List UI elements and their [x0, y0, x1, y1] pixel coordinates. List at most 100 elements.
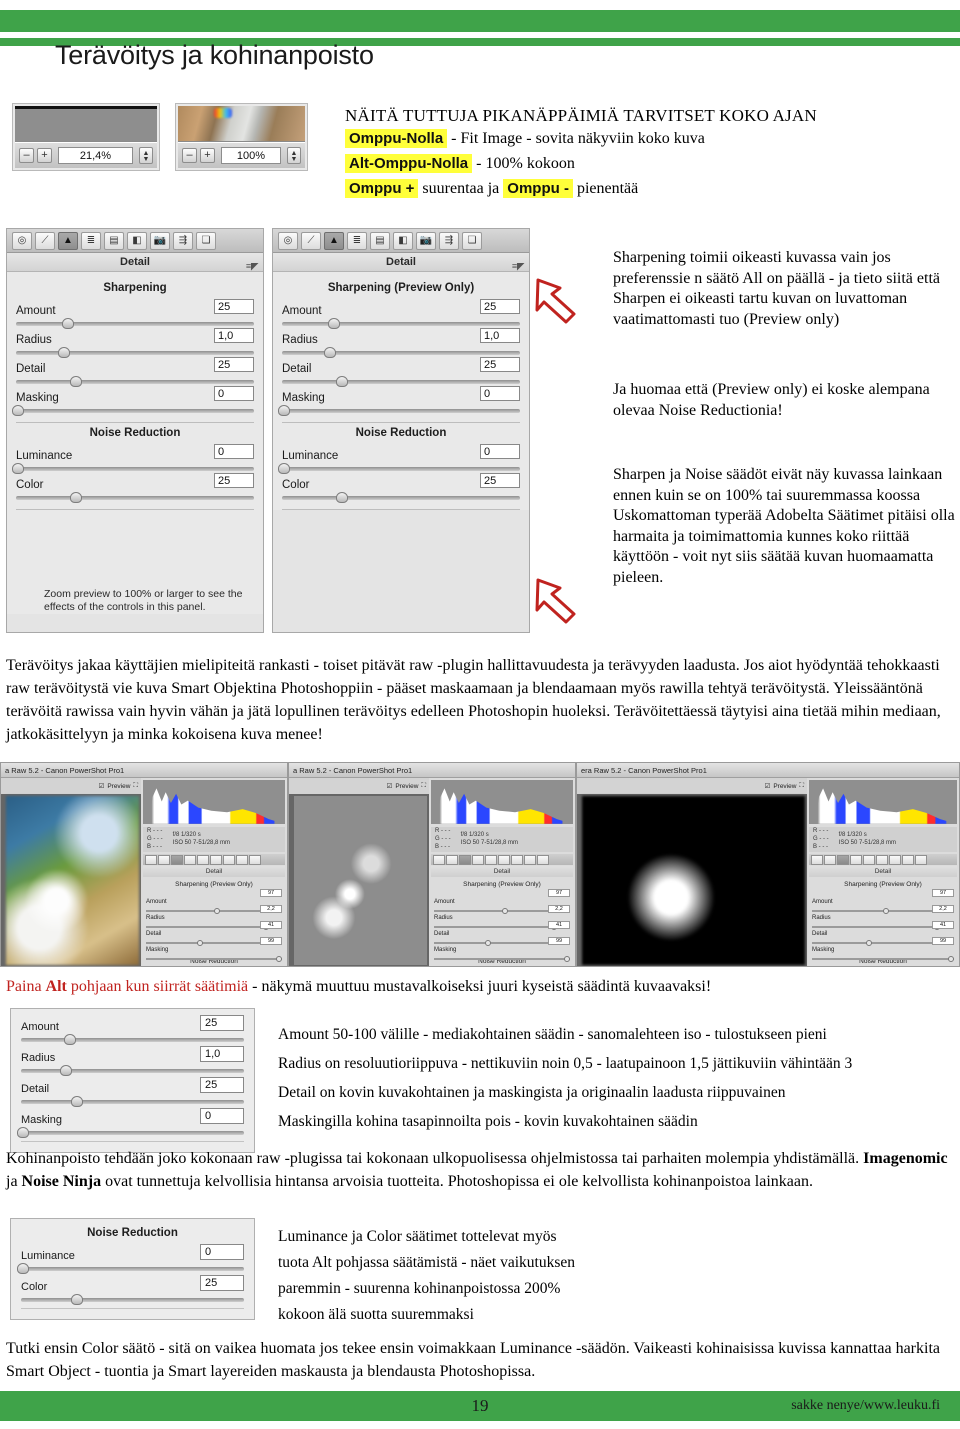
slider-amount[interactable]: Amount 25: [16, 299, 254, 329]
mini-slider-value[interactable]: 41: [932, 921, 954, 930]
zoom-stepper-icon[interactable]: ▲ ▼: [287, 147, 301, 164]
mini-slider-value[interactable]: 2,2: [260, 905, 282, 914]
camera-raw-screenshot-color[interactable]: a Raw 5.2 - Canon PowerShot Pro1 ☑ Previ…: [0, 762, 288, 967]
mini-slider-value[interactable]: 2,2: [932, 905, 954, 914]
detail-icon[interactable]: ▲: [324, 231, 344, 250]
mini-slider-detail[interactable]: Detail 41: [146, 921, 282, 947]
mini-slider-value[interactable]: 99: [932, 937, 954, 946]
preview-toolbar[interactable]: ☑ Preview ⛶: [577, 778, 807, 794]
slider-knob[interactable]: [57, 347, 70, 358]
slider-radius[interactable]: Radius 1,0: [16, 328, 254, 358]
slider-masking[interactable]: Masking 0: [12, 386, 254, 416]
tone-curve-icon[interactable]: [158, 854, 170, 865]
slider-track[interactable]: [17, 1127, 244, 1138]
mini-slider-masking[interactable]: Masking 99: [434, 937, 571, 963]
preview-toolbar[interactable]: ☑ Preview ⛶: [289, 778, 429, 794]
tone-curve-icon[interactable]: [446, 854, 458, 865]
camera-calibration-icon[interactable]: [511, 854, 523, 865]
presets-icon[interactable]: [902, 854, 914, 865]
snapshots-icon[interactable]: [915, 854, 927, 865]
slider-value[interactable]: 25: [200, 1077, 244, 1093]
split-toning-icon[interactable]: ▤: [104, 231, 124, 250]
slider-value[interactable]: 25: [214, 299, 254, 314]
split-toning-icon[interactable]: ▤: [370, 231, 390, 250]
zoom-minus-button[interactable]: –: [182, 148, 197, 163]
slider-track[interactable]: [12, 405, 254, 416]
slider-knob[interactable]: [12, 463, 25, 474]
presets-icon[interactable]: ⇶: [439, 231, 459, 250]
presets-icon[interactable]: [236, 854, 248, 865]
presets-icon[interactable]: ⇶: [173, 231, 193, 250]
slider-value[interactable]: 0: [214, 386, 254, 401]
mini-slider-knob[interactable]: [948, 956, 955, 963]
zoom-minus-button[interactable]: –: [19, 148, 34, 163]
slider-masking[interactable]: Masking 0: [17, 1108, 244, 1138]
zoom-plus-button[interactable]: +: [200, 148, 215, 163]
slider-knob[interactable]: [70, 1294, 83, 1305]
slider-track[interactable]: [16, 347, 254, 358]
slider-value[interactable]: 25: [480, 299, 520, 314]
mini-slider-knob[interactable]: [564, 956, 571, 963]
mini-panel-toolbar[interactable]: [809, 854, 957, 866]
lens-correction-icon[interactable]: ◧: [393, 231, 413, 250]
lens-correction-icon[interactable]: [210, 854, 222, 865]
sharpening-sliders-panel[interactable]: Amount 25 Radius 1,0 Detail 25 Masking 0: [10, 1008, 255, 1153]
mini-slider-value[interactable]: 41: [260, 921, 282, 930]
split-toning-icon[interactable]: [863, 854, 875, 865]
slider-luminance[interactable]: Luminance 0: [17, 1244, 244, 1274]
slider-value[interactable]: 0: [200, 1244, 244, 1260]
slider-value[interactable]: 25: [214, 473, 254, 488]
detail-panel-toolbar-left[interactable]: ◎ ⟋ ▲ ≣ ▤ ◧ 📷 ⇶ ❏: [7, 229, 263, 253]
mini-slider-detail[interactable]: Detail 41: [434, 921, 570, 947]
hsl-grayscale-icon[interactable]: [472, 854, 484, 865]
basic-icon[interactable]: [811, 854, 823, 865]
lens-correction-icon[interactable]: [876, 854, 888, 865]
detail-icon[interactable]: [837, 854, 849, 865]
tone-curve-icon[interactable]: ⟋: [35, 231, 55, 250]
slider-knob[interactable]: [64, 1034, 77, 1045]
mini-slider-value[interactable]: 41: [548, 921, 570, 930]
basic-icon[interactable]: ◎: [12, 231, 32, 250]
split-toning-icon[interactable]: [485, 854, 497, 865]
zoom-plus-button[interactable]: +: [37, 148, 52, 163]
hsl-grayscale-icon[interactable]: ≣: [81, 231, 101, 250]
snapshots-icon[interactable]: [537, 854, 549, 865]
slider-value[interactable]: 25: [200, 1275, 244, 1291]
slider-value[interactable]: 0: [480, 444, 520, 459]
mini-slider-value[interactable]: 99: [548, 937, 570, 946]
camera-raw-detail-panel-left[interactable]: ◎ ⟋ ▲ ≣ ▤ ◧ 📷 ⇶ ❏ Detail ≡◤ Sharpening A…: [6, 228, 264, 633]
preview-toolbar[interactable]: ☑ Preview ⛶: [1, 778, 141, 794]
basic-icon[interactable]: ◎: [278, 231, 298, 250]
slider-value[interactable]: 1,0: [480, 328, 520, 343]
mini-slider-knob[interactable]: [276, 956, 283, 963]
slider-track[interactable]: [16, 376, 254, 387]
panel-menu-icon[interactable]: ≡◤: [512, 257, 524, 276]
snapshots-icon[interactable]: ❏: [462, 231, 482, 250]
preview-checkbox[interactable]: ☑: [386, 782, 392, 790]
mini-slider-masking[interactable]: Masking 99: [812, 937, 955, 963]
noise-reduction-sliders-panel[interactable]: Noise Reduction Luminance 0 Color 25: [10, 1218, 255, 1320]
fullscreen-icon[interactable]: ⛶: [799, 782, 804, 790]
slider-color[interactable]: Color 25: [282, 473, 520, 503]
slider-track[interactable]: [282, 492, 520, 503]
slider-detail[interactable]: Detail 25: [282, 357, 520, 387]
slider-track[interactable]: [21, 1294, 244, 1305]
camera-calibration-icon[interactable]: [889, 854, 901, 865]
mini-slider-track[interactable]: [812, 956, 955, 963]
mini-slider-radius[interactable]: Radius 2,2: [146, 905, 282, 931]
camera-calibration-icon[interactable]: 📷: [150, 231, 170, 250]
slider-track[interactable]: [282, 376, 520, 387]
snapshots-icon[interactable]: ❏: [196, 231, 216, 250]
mini-slider-track[interactable]: [146, 956, 283, 963]
camera-raw-screenshot-gray[interactable]: a Raw 5.2 - Canon PowerShot Pro1 ☑ Previ…: [288, 762, 576, 967]
slider-value[interactable]: 0: [480, 386, 520, 401]
slider-track[interactable]: [282, 347, 520, 358]
slider-track[interactable]: [12, 463, 254, 474]
slider-track[interactable]: [282, 318, 520, 329]
slider-luminance[interactable]: Luminance 0: [12, 444, 254, 474]
slider-radius[interactable]: Radius 1,0: [21, 1046, 244, 1076]
slider-value[interactable]: 1,0: [200, 1046, 244, 1062]
camera-raw-detail-panel-right[interactable]: ◎ ⟋ ▲ ≣ ▤ ◧ 📷 ⇶ ❏ Detail ≡◤ Sharpening (…: [272, 228, 530, 633]
slider-radius[interactable]: Radius 1,0: [282, 328, 520, 358]
fullscreen-icon[interactable]: ⛶: [421, 782, 426, 790]
